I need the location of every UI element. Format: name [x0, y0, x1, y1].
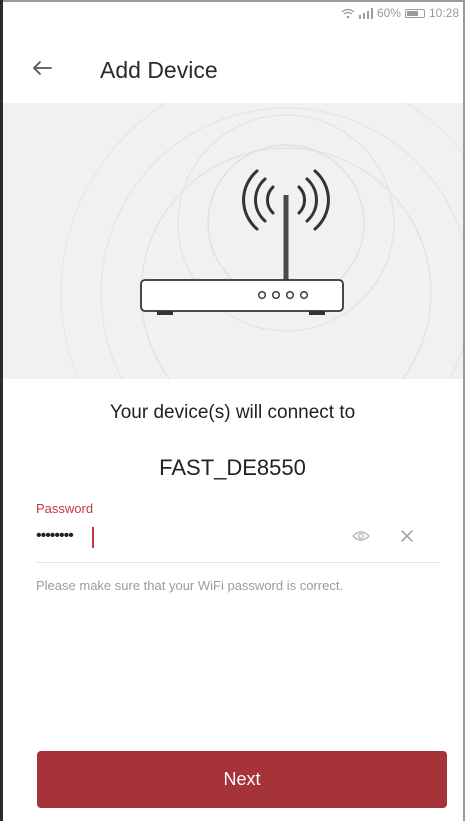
device-frame-top: [0, 0, 465, 2]
password-input[interactable]: ••••••••: [36, 527, 74, 545]
password-underline: [36, 562, 440, 563]
password-field[interactable]: ••••••••: [36, 521, 440, 557]
router-wifi-icon: [140, 169, 344, 315]
hero-illustration: [3, 103, 463, 379]
battery-icon: [404, 8, 425, 18]
network-name: FAST_DE8550: [159, 455, 306, 480]
status-time: 10:28: [428, 6, 459, 20]
page-title: Add Device: [100, 57, 218, 83]
signal-icon: [358, 7, 373, 19]
back-button[interactable]: [28, 56, 56, 84]
close-icon: [400, 529, 414, 548]
radio-waves-decoration: [60, 103, 463, 379]
status-bar: 60% 10:28: [341, 6, 459, 20]
clear-password-button[interactable]: [396, 527, 418, 549]
wifi-icon: [341, 8, 355, 19]
eye-icon: [352, 529, 370, 547]
password-label: Password: [36, 501, 94, 516]
toggle-visibility-button[interactable]: [350, 528, 372, 548]
arrow-left-icon: [32, 60, 52, 81]
password-hint: Please make sure that your WiFi password…: [36, 578, 344, 593]
app-header: Add Device: [0, 48, 465, 92]
text-caret: [92, 527, 94, 548]
battery-percent: 60%: [376, 6, 401, 20]
add-device-screen: 60% 10:28 Add Device Your device(s) will…: [0, 0, 465, 821]
next-button[interactable]: Next: [37, 751, 447, 808]
connect-message: Your device(s) will connect to: [109, 402, 356, 423]
